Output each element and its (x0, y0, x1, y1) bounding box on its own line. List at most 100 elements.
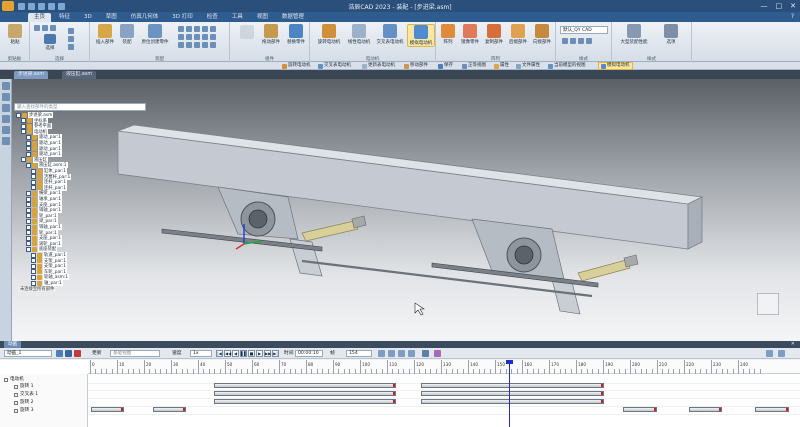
t2-properties[interactable]: 属性 (494, 62, 509, 70)
rotate-icon[interactable] (50, 25, 56, 31)
t2-simulate-motor[interactable]: 模拟电动机 (598, 62, 633, 70)
t2-iso-view[interactable]: 正等视图 (462, 62, 486, 70)
paste-button[interactable]: 粘贴 (3, 24, 27, 45)
expand-icon[interactable] (14, 400, 18, 405)
pattern-button[interactable]: 阵列 (438, 24, 458, 45)
maximize-button[interactable]: □ (776, 2, 783, 10)
frame-field[interactable]: 154 (346, 350, 372, 357)
animation-select[interactable]: 动画_1 (4, 350, 52, 357)
rotary-motor-button[interactable]: 旋转电动机 (314, 24, 344, 45)
tab-data-management[interactable]: 数据管理 (276, 13, 310, 22)
t2-move-component[interactable]: 移动部件 (404, 62, 428, 70)
t2-cross-motor[interactable]: 交叉表电动机 (318, 62, 351, 70)
update-select[interactable]: 基础视图 (110, 350, 160, 357)
track-item[interactable]: 电动机 (4, 376, 24, 383)
tab-3d[interactable]: 3D (78, 13, 98, 22)
select-tools-icon[interactable] (2, 137, 10, 145)
timeline-playhead[interactable] (509, 360, 510, 427)
expand-icon[interactable] (14, 392, 18, 397)
new-animation-icon[interactable] (56, 350, 63, 357)
delete-animation-icon[interactable] (74, 350, 81, 357)
tab-3d-print[interactable]: 3D 打印 (166, 13, 198, 22)
track-item[interactable]: 旋转 2 (14, 399, 34, 406)
mirror-part-button[interactable]: 镜像零件 (458, 24, 482, 45)
suffix-component-button[interactable]: 后缀部件 (506, 24, 530, 45)
tab-home[interactable]: 主页 (28, 13, 52, 22)
video-export-icon[interactable] (422, 350, 429, 357)
track-item[interactable]: 旋转 1 (14, 383, 34, 390)
timeline-ruler[interactable]: 0 10 20 30 40 50 60 70 80 90 100 110 120 130 140 150 160… (88, 360, 800, 374)
zoom-icon[interactable] (42, 25, 48, 31)
zoom-fit-icon[interactable] (378, 350, 385, 357)
go-start-button[interactable]: |◀ (216, 350, 223, 357)
go-end-button[interactable]: ▶| (272, 350, 279, 357)
path-icon[interactable] (186, 42, 192, 48)
mate-icon[interactable] (178, 26, 184, 32)
play-button[interactable]: ▶ (256, 350, 263, 357)
minimize-button[interactable]: — (761, 2, 768, 10)
expand-icon[interactable] (14, 384, 18, 389)
help-icon[interactable]: ? (791, 13, 794, 20)
tab-sim-geometry[interactable]: 仿真几何体 (125, 13, 165, 22)
stop-button[interactable]: ■ (248, 350, 255, 357)
large-assembly-button[interactable]: 大型装配性能 (614, 24, 654, 45)
select-button[interactable]: 选择 (38, 34, 62, 51)
create-in-place-button[interactable]: 原位创建零件 (136, 24, 174, 45)
t2-save[interactable]: 保存 (438, 62, 453, 70)
doc-tab[interactable]: 液压缸.asm (62, 71, 97, 79)
zoom-out-icon[interactable] (398, 350, 405, 357)
close-panel-button[interactable]: ✕ (791, 341, 795, 347)
style-icon[interactable] (570, 38, 576, 44)
tab-inspect[interactable]: 检查 (201, 13, 224, 22)
ground-icon[interactable] (178, 42, 184, 48)
hide-icon[interactable] (68, 44, 74, 50)
play-back-button[interactable]: ◀ (232, 350, 239, 357)
align-icon[interactable] (186, 26, 192, 32)
cross-table-motor-button[interactable]: 交叉表电动机 (374, 24, 406, 45)
tree-node-checkbox[interactable] (31, 280, 36, 286)
save-animation-icon[interactable] (65, 350, 72, 357)
filter-icon[interactable] (68, 28, 74, 34)
connect-component-button[interactable]: 向接部件 (530, 24, 554, 45)
view-cube[interactable] (757, 293, 779, 315)
replace-part-button[interactable]: 替换零件 (284, 24, 308, 45)
tab-sketch[interactable]: 草图 (100, 13, 123, 22)
connect-icon[interactable] (186, 34, 192, 40)
layer-icon[interactable] (68, 36, 74, 42)
tangent-icon[interactable] (194, 34, 200, 40)
planar-icon[interactable] (178, 34, 184, 40)
tab-view[interactable]: 视图 (251, 13, 274, 22)
material-icon[interactable] (586, 38, 592, 44)
playhead-handle[interactable] (506, 360, 513, 364)
t2-file-properties[interactable]: 文件属性 (516, 62, 540, 70)
angle-icon[interactable] (210, 26, 216, 32)
rewind-button[interactable]: ◀◀ (224, 350, 231, 357)
options-button[interactable]: 选项 (656, 24, 686, 45)
doc-tab-active[interactable]: 步进梁.asm (14, 71, 49, 79)
panel-help-icon[interactable] (778, 350, 785, 357)
track-item[interactable]: 交叉表 1 (14, 391, 38, 398)
track-item[interactable]: 旋转 3 (14, 407, 34, 414)
pointer-icon[interactable] (34, 25, 40, 31)
match-icon[interactable] (210, 42, 216, 48)
pathfinder-icon[interactable] (2, 82, 10, 90)
simulate-motor-button[interactable]: 模拟电动机 (407, 24, 435, 47)
3d-viewport[interactable] (12, 79, 800, 341)
layers-icon[interactable] (2, 93, 10, 101)
t2-rotary-motor[interactable]: 旋转电动机 (282, 62, 311, 70)
cam-icon[interactable] (202, 34, 208, 40)
expand-icon[interactable] (4, 377, 8, 382)
t2-current-view[interactable]: 当前模型的视图 (548, 62, 586, 70)
reports-icon[interactable] (2, 126, 10, 134)
sensors-icon[interactable] (2, 115, 10, 123)
speed-select[interactable]: 1x (190, 350, 212, 357)
center-icon[interactable] (194, 42, 200, 48)
copy-component-button[interactable]: 复制部件 (482, 24, 506, 45)
tree-search-input[interactable]: 输入查找部件的类型 (14, 103, 146, 111)
assemble-button[interactable]: 装配 (118, 24, 136, 45)
linear-motor-button[interactable]: 线性电动机 (344, 24, 374, 45)
library-icon[interactable] (2, 104, 10, 112)
t2-update-motor[interactable]: 更新表电动机 (362, 62, 395, 70)
expand-icon[interactable] (14, 408, 18, 413)
insert-icon[interactable] (194, 26, 200, 32)
